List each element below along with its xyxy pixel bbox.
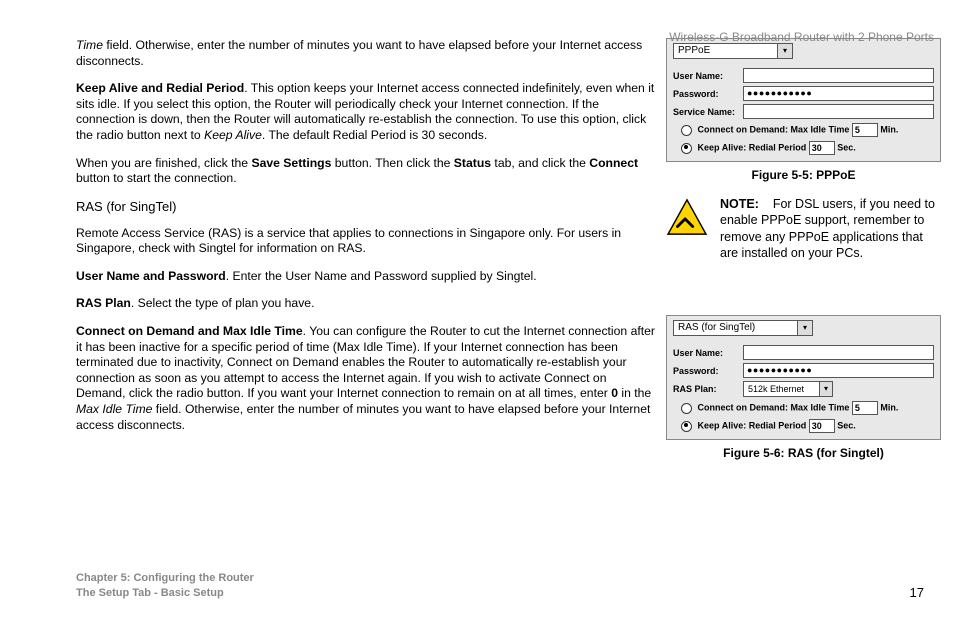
ras-sec-unit: Sec. bbox=[837, 420, 856, 430]
product-header: Wireless-G Broadband Router with 2 Phone… bbox=[669, 30, 934, 44]
chevron-down-icon: ▾ bbox=[777, 44, 792, 58]
para-finish: When you are finished, click the Save Se… bbox=[76, 156, 656, 187]
para-time-field: Time field. Otherwise, enter the number … bbox=[76, 38, 656, 69]
cod-option-label: Connect on Demand: Max Idle Time bbox=[698, 124, 850, 134]
note-label: NOTE: bbox=[720, 197, 759, 211]
ras-keepalive-label: Keep Alive: Redial Period bbox=[698, 420, 807, 430]
ras-dropdown-label: RAS (for SingTel) bbox=[678, 322, 755, 333]
servicename-input[interactable] bbox=[743, 104, 934, 119]
ras-min-unit: Min. bbox=[880, 402, 898, 412]
redial-input[interactable]: 30 bbox=[809, 141, 835, 155]
ras-maxidle-input[interactable]: 5 bbox=[852, 401, 878, 415]
ras-plan-value: 512k Ethernet bbox=[748, 384, 804, 394]
warning-icon bbox=[666, 198, 708, 236]
p3a: When you are finished, click the bbox=[76, 156, 251, 170]
radio-unchecked-icon bbox=[681, 403, 692, 414]
figure-5-6-panel: RAS (for SingTel) ▾ User Name: Password:… bbox=[666, 315, 941, 440]
pppoe-dropdown[interactable]: PPPoE ▾ bbox=[673, 43, 793, 59]
figure-column: PPPoE ▾ User Name: Password: ●●●●●●●●●●●… bbox=[666, 38, 941, 474]
cod-bold: Connect on Demand and Max Idle Time bbox=[76, 324, 303, 338]
keepalive-bold: Keep Alive and Redial Period bbox=[76, 81, 244, 95]
radio-checked-icon bbox=[681, 421, 692, 432]
ras-plan-label: RAS Plan: bbox=[673, 384, 743, 394]
maxidle-italic: Max Idle Time bbox=[76, 402, 152, 416]
password-input[interactable]: ●●●●●●●●●●● bbox=[743, 86, 934, 101]
time-italic: Time bbox=[76, 38, 103, 52]
p7t3: field. Otherwise, enter the number of mi… bbox=[76, 402, 650, 432]
p1b: field. Otherwise, enter the number of mi… bbox=[76, 38, 642, 68]
ras-username-label: User Name: bbox=[673, 348, 743, 358]
ras-username-input[interactable] bbox=[743, 345, 934, 360]
sec-unit: Sec. bbox=[837, 142, 856, 152]
rasplan-bold: RAS Plan bbox=[76, 296, 131, 310]
radio-unchecked-icon bbox=[681, 125, 692, 136]
connect-bold: Connect bbox=[589, 156, 638, 170]
body-text: Time field. Otherwise, enter the number … bbox=[76, 38, 656, 474]
cod-option[interactable]: Connect on Demand: Max Idle Time 5 Min. bbox=[681, 123, 934, 137]
save-settings-bold: Save Settings bbox=[251, 156, 331, 170]
username-label: User Name: bbox=[673, 71, 743, 81]
keepalive-option-label: Keep Alive: Redial Period bbox=[698, 142, 807, 152]
para-userpass: User Name and Password. Enter the User N… bbox=[76, 269, 656, 285]
servicename-label: Service Name: bbox=[673, 107, 743, 117]
password-label: Password: bbox=[673, 89, 743, 99]
para-ras-intro: Remote Access Service (RAS) is a service… bbox=[76, 226, 656, 257]
footer-subtitle: The Setup Tab - Basic Setup bbox=[76, 586, 254, 600]
page-footer: Chapter 5: Configuring the Router The Se… bbox=[76, 571, 924, 600]
ras-password-label: Password: bbox=[673, 366, 743, 376]
ras-cod-option[interactable]: Connect on Demand: Max Idle Time 5 Min. bbox=[681, 401, 934, 415]
min-unit: Min. bbox=[880, 124, 898, 134]
keepalive-option[interactable]: Keep Alive: Redial Period 30 Sec. bbox=[681, 141, 934, 155]
page-number: 17 bbox=[910, 585, 924, 600]
status-bold: Status bbox=[454, 156, 491, 170]
chevron-down-icon: ▾ bbox=[819, 382, 832, 396]
ras-cod-label: Connect on Demand: Max Idle Time bbox=[698, 402, 850, 412]
ras-plan-dropdown[interactable]: 512k Ethernet ▾ bbox=[743, 381, 833, 397]
figure-5-5-panel: PPPoE ▾ User Name: Password: ●●●●●●●●●●●… bbox=[666, 38, 941, 162]
ras-redial-input[interactable]: 30 bbox=[809, 419, 835, 433]
chevron-down-icon: ▾ bbox=[797, 321, 812, 335]
ras-keepalive-option[interactable]: Keep Alive: Redial Period 30 Sec. bbox=[681, 419, 934, 433]
username-input[interactable] bbox=[743, 68, 934, 83]
radio-checked-icon bbox=[681, 143, 692, 154]
note-block: NOTE: For DSL users, if you need to enab… bbox=[666, 196, 941, 261]
para-rasplan: RAS Plan. Select the type of plan you ha… bbox=[76, 296, 656, 312]
p3d: tab, and click the bbox=[491, 156, 589, 170]
userpass-bold: User Name and Password bbox=[76, 269, 226, 283]
p3e: button to start the connection. bbox=[76, 171, 237, 185]
p6t: . Select the type of plan you have. bbox=[131, 296, 315, 310]
ras-heading: RAS (for SingTel) bbox=[76, 199, 656, 216]
figure-5-6-caption: Figure 5-6: RAS (for Singtel) bbox=[666, 446, 941, 460]
p2t2: . The default Redial Period is 30 second… bbox=[262, 128, 487, 142]
p5t: . Enter the User Name and Password suppl… bbox=[226, 269, 537, 283]
ras-password-input[interactable]: ●●●●●●●●●●● bbox=[743, 363, 934, 378]
p7t2: in the bbox=[618, 386, 651, 400]
figure-5-5-caption: Figure 5-5: PPPoE bbox=[666, 168, 941, 182]
maxidle-input[interactable]: 5 bbox=[852, 123, 878, 137]
pppoe-dropdown-label: PPPoE bbox=[678, 45, 710, 56]
para-keep-alive: Keep Alive and Redial Period. This optio… bbox=[76, 81, 656, 143]
keepalive-italic: Keep Alive bbox=[204, 128, 262, 142]
para-cod: Connect on Demand and Max Idle Time. You… bbox=[76, 324, 656, 433]
zero-bold: 0 bbox=[611, 386, 618, 400]
p3c: button. Then click the bbox=[331, 156, 453, 170]
ras-dropdown[interactable]: RAS (for SingTel) ▾ bbox=[673, 320, 813, 336]
footer-chapter: Chapter 5: Configuring the Router bbox=[76, 571, 254, 585]
